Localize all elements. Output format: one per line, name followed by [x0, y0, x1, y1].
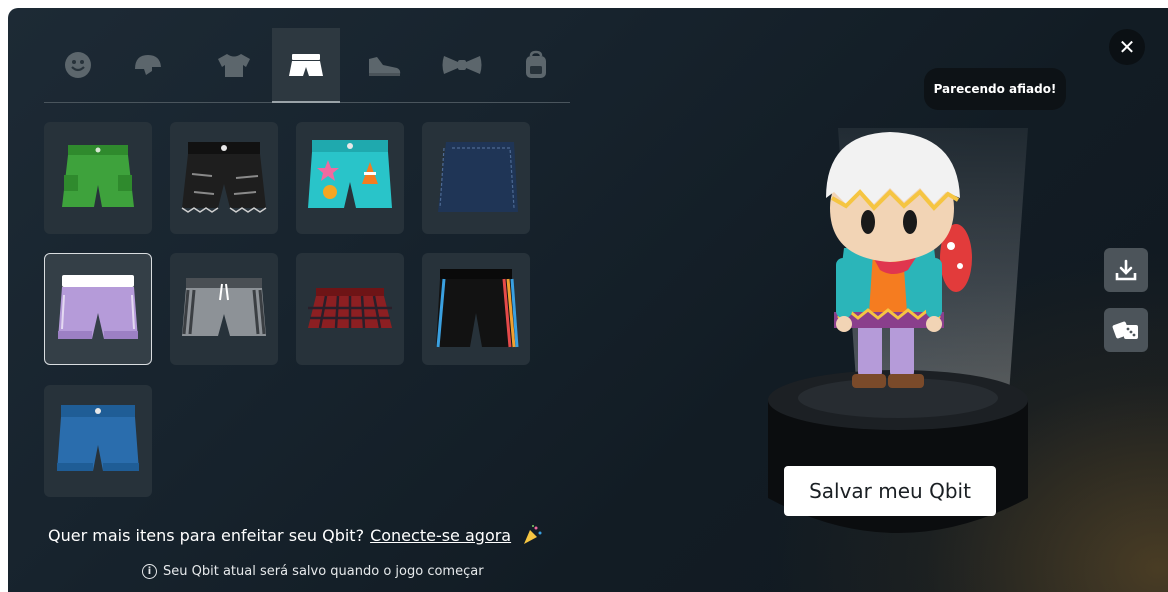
navy-skirt-image — [438, 142, 518, 212]
plaid-skirt-image — [308, 288, 392, 329]
tab-bottoms[interactable] — [272, 28, 340, 103]
item-lilac-jogger-shorts[interactable] — [44, 253, 152, 365]
item-grey-sport-shorts[interactable] — [170, 253, 278, 365]
save-note-text: Seu Qbit atual será salvo quando o jogo … — [163, 564, 484, 579]
face-icon — [65, 52, 91, 78]
promo-line: Quer mais itens para enfeitar seu Qbit? … — [48, 524, 543, 546]
close-button[interactable]: ✕ — [1109, 29, 1145, 65]
helmet-icon — [135, 55, 161, 75]
download-button[interactable] — [1104, 248, 1148, 292]
tab-headwear[interactable] — [114, 28, 182, 102]
dice-icon — [1112, 321, 1138, 339]
party-popper-icon — [524, 525, 542, 544]
rainbow-shorts-image — [436, 269, 519, 348]
backpack-icon — [526, 50, 546, 78]
item-teal-sticker-shorts[interactable] — [296, 122, 404, 234]
tab-face[interactable] — [44, 28, 112, 102]
blue-shorts-image — [57, 405, 139, 471]
item-black-rainbow-stripe-shorts[interactable] — [422, 253, 530, 365]
tab-backpacks[interactable] — [502, 28, 570, 102]
shirt-icon — [218, 54, 250, 77]
shoe-icon — [369, 57, 401, 76]
grey-shorts-image — [182, 278, 266, 336]
black-shorts-image — [181, 142, 267, 213]
item-plaid-mini-skirt[interactable] — [296, 253, 404, 365]
item-black-ripped-shorts[interactable] — [170, 122, 278, 234]
save-note: i Seu Qbit atual será salvo quando o jog… — [142, 564, 484, 579]
item-green-cargo-shorts[interactable] — [44, 122, 152, 234]
save-qbit-button[interactable]: Salvar meu Qbit — [784, 466, 996, 516]
lilac-shorts-image — [58, 275, 138, 339]
download-icon — [1115, 259, 1137, 281]
bowtie-icon — [442, 56, 482, 74]
teal-shorts-image — [308, 140, 392, 208]
item-navy-denim-skirt[interactable] — [422, 122, 530, 234]
info-icon: i — [142, 564, 157, 579]
promo-text: Quer mais itens para enfeitar seu Qbit? — [48, 525, 365, 545]
connect-now-link[interactable]: Conecte-se agora — [370, 526, 511, 545]
item-blue-denim-shorts[interactable] — [44, 385, 152, 497]
tab-accessories[interactable] — [428, 28, 496, 102]
tab-tops[interactable] — [200, 28, 268, 102]
tab-shoes[interactable] — [350, 28, 418, 102]
category-tabs — [44, 28, 570, 103]
speech-bubble: Parecendo afiado! — [924, 68, 1066, 110]
green-shorts-image — [62, 145, 134, 207]
randomize-button[interactable] — [1104, 308, 1148, 352]
avatar-editor-modal: Quer mais itens para enfeitar seu Qbit? … — [8, 8, 1168, 592]
shorts-icon — [289, 54, 323, 76]
